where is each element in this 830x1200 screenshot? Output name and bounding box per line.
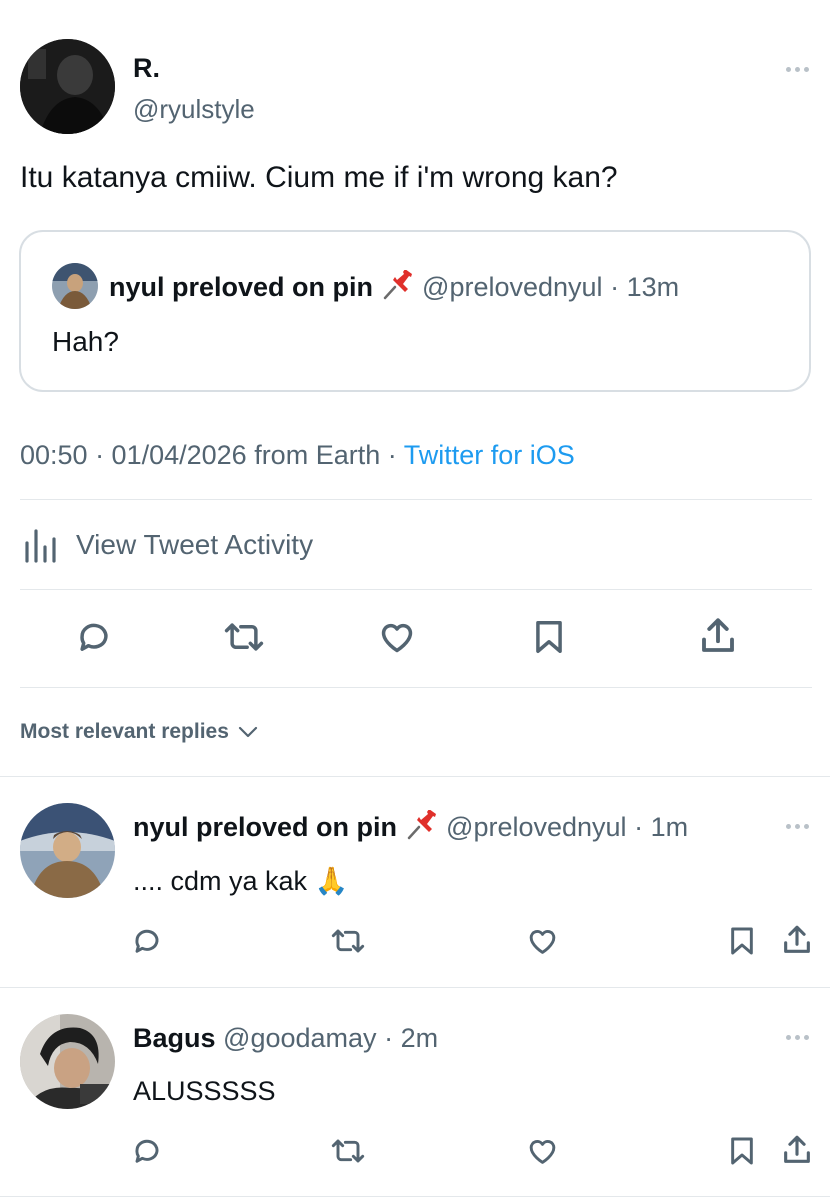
divider	[20, 589, 812, 590]
share-icon[interactable]	[780, 922, 814, 958]
pushpin-icon	[381, 269, 415, 308]
reply-icon[interactable]	[131, 925, 163, 957]
reply-display-name[interactable]: Bagus	[133, 1023, 216, 1053]
view-tweet-activity-link[interactable]: View Tweet Activity	[76, 529, 313, 561]
tweet-text: Itu katanya cmiiw. Cium me if i'm wrong …	[20, 161, 618, 194]
more-options-icon[interactable]	[786, 67, 809, 72]
reply-avatar[interactable]	[20, 1014, 115, 1109]
activity-chart-icon[interactable]	[24, 527, 64, 563]
chevron-down-icon	[237, 724, 259, 740]
reply-time: 2m	[400, 1023, 439, 1053]
quoted-tweet-card[interactable]: nyul preloved on pin @prelovednyul · 13m…	[19, 230, 811, 392]
author-display-name[interactable]: R.	[133, 53, 160, 84]
reply-avatar[interactable]	[20, 803, 115, 898]
quoted-separator: ·	[610, 272, 620, 303]
reply-text: ALUSSSSS	[133, 1076, 276, 1106]
like-icon[interactable]	[377, 618, 417, 656]
reply-separator: ·	[384, 1023, 394, 1053]
divider	[20, 499, 812, 500]
quoted-time: 13m	[626, 272, 680, 303]
divider	[0, 776, 830, 777]
share-icon[interactable]	[697, 615, 739, 657]
reply-handle[interactable]: @prelovednyul	[446, 812, 627, 842]
more-options-icon[interactable]	[786, 824, 809, 829]
reply-text: .... cdm ya kak 🙏	[133, 866, 349, 896]
reply-icon[interactable]	[75, 618, 113, 656]
pushpin-icon	[405, 809, 439, 848]
bookmark-icon[interactable]	[531, 618, 567, 656]
retweet-icon[interactable]	[221, 618, 267, 656]
retweet-icon[interactable]	[329, 925, 367, 957]
tweet-source-link[interactable]: Twitter for iOS	[404, 440, 575, 470]
retweet-icon[interactable]	[329, 1135, 367, 1167]
quoted-display-name: nyul preloved on pin	[109, 272, 374, 303]
reply-handle[interactable]: @goodamay	[223, 1023, 377, 1053]
reply-time: 1m	[650, 812, 689, 843]
divider	[20, 687, 812, 688]
divider	[0, 987, 830, 988]
reply-display-name[interactable]: nyul preloved on pin	[133, 812, 397, 842]
replies-sort-dropdown[interactable]: Most relevant replies	[20, 720, 259, 744]
quoted-avatar	[52, 263, 98, 309]
more-options-icon[interactable]	[786, 1035, 809, 1040]
reply-icon[interactable]	[131, 1135, 163, 1167]
replies-sort-label: Most relevant replies	[20, 720, 229, 743]
bookmark-icon[interactable]	[727, 925, 757, 957]
author-handle[interactable]: @ryulstyle	[133, 94, 255, 125]
quoted-handle: @prelovednyul	[422, 272, 603, 303]
like-icon[interactable]	[526, 1135, 559, 1167]
tweet-timestamp[interactable]: 00:50 · 01/04/2026 from Earth ·	[20, 440, 397, 470]
author-avatar[interactable]	[20, 39, 115, 134]
share-icon[interactable]	[780, 1132, 814, 1168]
bookmark-icon[interactable]	[727, 1135, 757, 1167]
quoted-text: Hah?	[52, 326, 119, 357]
like-icon[interactable]	[526, 925, 559, 957]
reply-separator: ·	[634, 812, 644, 843]
divider	[0, 1196, 830, 1197]
